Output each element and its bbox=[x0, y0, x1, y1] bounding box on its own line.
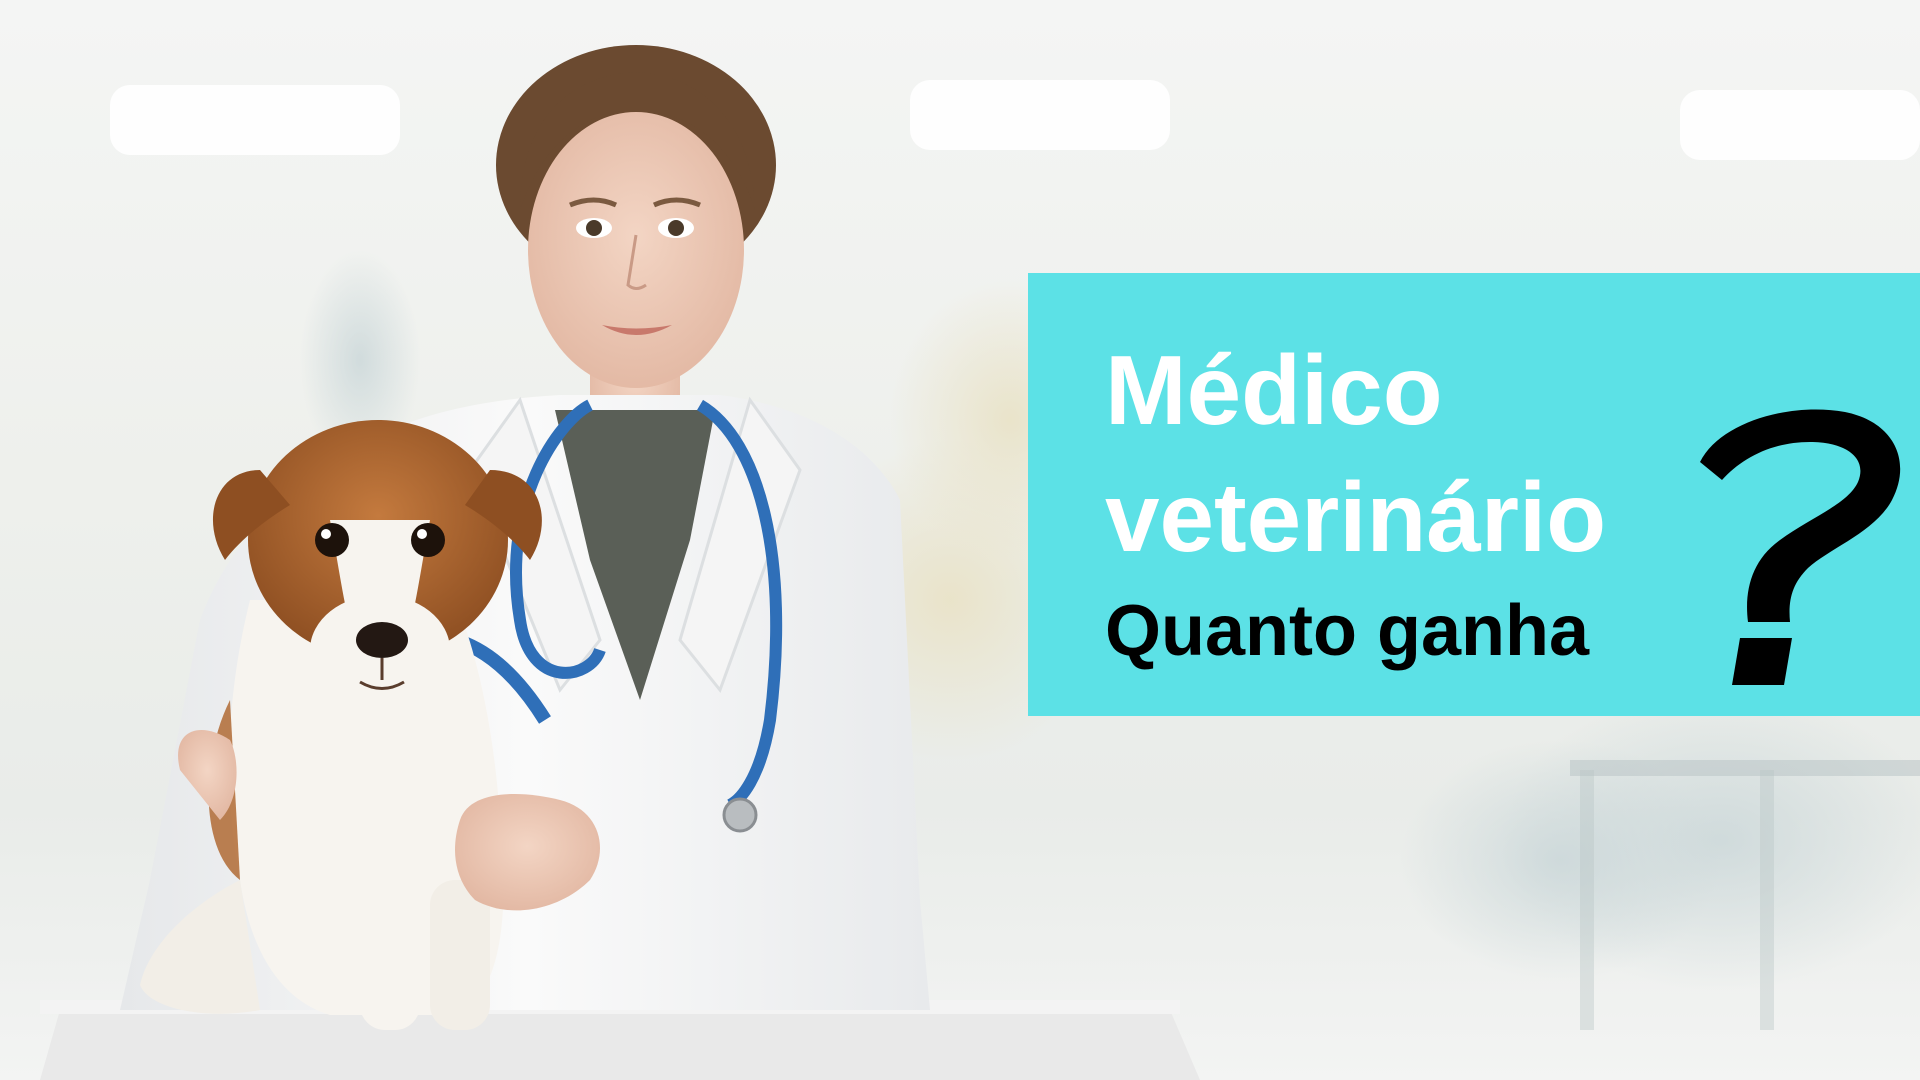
question-mark-icon bbox=[1700, 409, 1901, 685]
hero-scene: Médico veterinário Quanto ganha bbox=[0, 0, 1920, 1080]
subtitle-quanto-ganha: Quanto ganha bbox=[1105, 591, 1589, 671]
title-line-medico: Médico bbox=[1105, 335, 1443, 445]
title-line-veterinario: veterinário bbox=[1105, 462, 1607, 572]
